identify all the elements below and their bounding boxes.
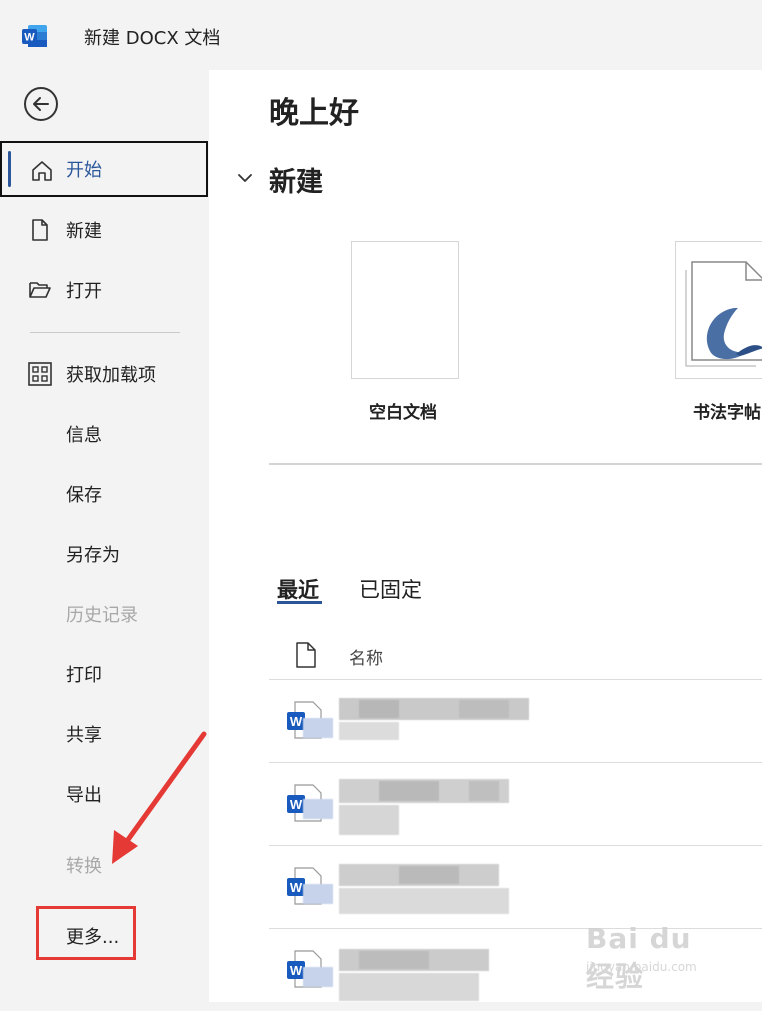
annotation-arrow [112,731,207,864]
sidebar-item-label: 打开 [66,281,102,302]
word-app-icon: W [22,25,47,47]
sidebar-item-print[interactable]: 打印 [0,646,209,702]
svg-text:W: W [290,714,303,729]
tab-pinned[interactable]: 已固定 [359,574,422,604]
document-title: 新建 DOCX 文档 [84,28,221,49]
sidebar-item-label: 信息 [66,425,102,446]
sidebar-item-label: 保存 [66,485,102,506]
blurred-file-name [303,771,529,837]
sidebar-item-save[interactable]: 保存 [0,466,209,522]
greeting-heading: 晚上好 [269,96,359,131]
sidebar-item-label: 新建 [66,221,102,242]
back-button[interactable] [24,87,58,121]
template-label: 书法字帖 [693,403,761,423]
new-section-heading: 新建 [269,167,323,198]
sidebar-item-label: 历史记录 [66,605,138,626]
sidebar-item-history: 历史记录 [0,586,209,642]
template-blank-document[interactable] [351,241,459,379]
sidebar-item-save-as[interactable]: 另存为 [0,526,209,582]
sidebar-item-info[interactable]: 信息 [0,406,209,462]
svg-text:W: W [290,797,303,812]
arrow-left-icon [33,97,49,111]
folder-open-icon [29,282,51,298]
sidebar-item-label: 获取加载项 [66,365,156,386]
svg-text:W: W [24,32,35,44]
sidebar-divider [30,332,180,333]
home-icon [32,161,52,181]
blurred-file-name [303,854,529,920]
section-divider [269,463,762,465]
sidebar-item-open[interactable]: 打开 [0,262,209,318]
baidu-watermark: Bai du 经验 jingyan.baidu.com [586,922,726,993]
chevron-down-icon[interactable] [235,168,255,188]
table-row[interactable]: W [269,680,762,762]
template-label: 空白文档 [369,403,437,423]
svg-text:W: W [290,880,303,895]
backstage-main: 晚上好 新建 空白文档 书法字帖 最近 已固定 名称 W W W W Bai d… [209,70,762,1002]
highlight-box [36,906,136,960]
new-document-icon [32,219,48,241]
sidebar-item-label: 共享 [66,725,102,746]
table-row[interactable]: W [269,763,762,845]
table-row[interactable]: W [269,846,762,928]
sidebar-item-home[interactable]: 开始 [0,141,208,197]
sidebar-item-label: 导出 [66,785,102,806]
title-bar: W 新建 DOCX 文档 [0,0,762,70]
tab-recent[interactable]: 最近 [277,574,319,604]
sidebar-item-new[interactable]: 新建 [0,202,209,258]
watermark-text: Bai du 经验 [586,922,692,993]
file-type-icon [296,642,316,668]
template-calligraphy[interactable] [675,241,762,379]
svg-text:W: W [290,963,303,978]
sidebar-item-label: 打印 [66,665,102,686]
grid-icon [28,362,52,386]
sidebar-item-label: 另存为 [66,545,120,566]
sidebar-item-label: 转换 [66,856,102,877]
blurred-file-name [303,688,529,754]
tab-selected-indicator [277,601,322,604]
sidebar-item-get-addins[interactable]: 获取加载项 [0,346,209,402]
column-header-name[interactable]: 名称 [349,644,383,669]
sidebar-item-label: 开始 [66,160,102,181]
blurred-file-name [303,937,529,1003]
watermark-url: jingyan.baidu.com [586,960,697,974]
calligraphy-thumbnail-icon [685,261,762,367]
